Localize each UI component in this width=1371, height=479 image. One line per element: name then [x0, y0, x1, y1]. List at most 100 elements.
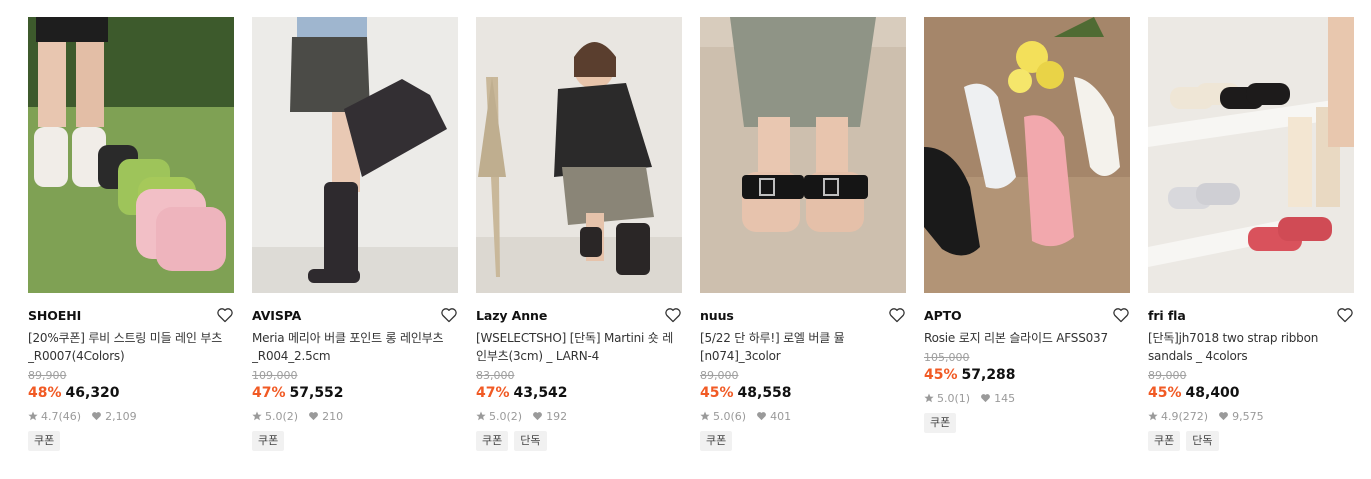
like-count: 401 — [770, 409, 792, 423]
sale-price: 57,552 — [289, 385, 344, 401]
tag-list: 쿠폰 — [252, 431, 458, 451]
brand-name[interactable]: SHOEHI — [28, 308, 81, 323]
heart-outline-icon[interactable] — [1112, 307, 1130, 323]
tag-list: 쿠폰 단독 — [1148, 431, 1354, 451]
original-price: 89,900 — [28, 369, 67, 382]
original-price: 83,000 — [476, 369, 515, 382]
product-image-rain-boots-grass — [28, 17, 234, 293]
original-price: 89,000 — [1148, 369, 1187, 382]
product-card[interactable]: SHOEHI [20%쿠폰] 루비 스트링 미들 레인 부츠_R0007(4Co… — [28, 17, 234, 451]
heart-filled-icon — [309, 412, 319, 421]
product-card[interactable]: AVISPA Meria 메리아 버클 포인트 롱 레인부츠_R004_2.5c… — [252, 17, 458, 451]
rating-value: 5.0 — [713, 409, 731, 423]
product-title[interactable]: Meria 메리아 버클 포인트 롱 레인부츠_R004_2.5cm — [252, 329, 458, 365]
tag-list: 쿠폰 — [924, 413, 1130, 433]
exclusive-tag: 단독 — [514, 431, 547, 451]
rating-likes: 5.0 (6) 401 — [700, 408, 906, 424]
review-count: (46) — [58, 409, 82, 423]
product-image[interactable] — [28, 17, 234, 293]
discount-rate: 45% — [924, 367, 958, 383]
exclusive-tag: 단독 — [1186, 431, 1219, 451]
product-card[interactable]: Lazy Anne [WSELECTSHO] [단독] Martini 숏 레인… — [476, 17, 682, 451]
brand-name[interactable]: fri fla — [1148, 308, 1186, 323]
star-icon — [1148, 411, 1158, 421]
product-image[interactable] — [476, 17, 682, 293]
discount-rate: 47% — [252, 385, 286, 401]
heart-outline-icon[interactable] — [216, 307, 234, 323]
price-row: 47% 57,552 — [252, 383, 458, 403]
likes: 9,575 — [1218, 410, 1264, 423]
product-card[interactable]: fri fla [단독]jh7018 two strap ribbon sand… — [1148, 17, 1354, 451]
likes: 401 — [756, 410, 791, 423]
product-image-buckle-mules — [700, 17, 906, 293]
original-price: 89,000 — [700, 369, 739, 382]
star-icon — [700, 411, 710, 421]
original-price: 109,000 — [252, 369, 298, 382]
review-count: (2) — [506, 409, 523, 423]
product-image[interactable] — [1148, 17, 1354, 293]
product-title[interactable]: [단독]jh7018 two strap ribbon sandals _ 4c… — [1148, 329, 1354, 365]
rating-value: 4.9 — [1161, 409, 1179, 423]
heart-filled-icon — [533, 412, 543, 421]
coupon-tag: 쿠폰 — [28, 431, 61, 451]
brand-name[interactable]: nuus — [700, 308, 734, 323]
product-image-ribbon-slides — [924, 17, 1130, 293]
like-count: 210 — [322, 409, 344, 423]
review-count: (6) — [730, 409, 747, 423]
price-row: 47% 43,542 — [476, 383, 682, 403]
likes: 192 — [532, 410, 567, 423]
product-image[interactable] — [700, 17, 906, 293]
product-title[interactable]: [20%쿠폰] 루비 스트링 미들 레인 부츠_R0007(4Colors) — [28, 329, 234, 365]
discount-rate: 48% — [28, 385, 62, 401]
star-icon — [924, 393, 934, 403]
rating-likes: 5.0 (2) 192 — [476, 408, 682, 424]
product-card[interactable]: nuus [5/22 단 하루!] 로엘 버클 뮬 [n074]_3color … — [700, 17, 906, 451]
rating-value: 5.0 — [489, 409, 507, 423]
like-count: 145 — [994, 391, 1016, 405]
rating-value: 5.0 — [265, 409, 283, 423]
sale-price: 57,288 — [961, 367, 1016, 383]
like-count: 9,575 — [1232, 409, 1264, 423]
price-row: 48% 46,320 — [28, 383, 234, 403]
tag-list: 쿠폰 — [28, 431, 234, 451]
sale-price: 46,320 — [65, 385, 120, 401]
price-row: 45% 48,558 — [700, 383, 906, 403]
product-title[interactable]: [WSELECTSHO] [단독] Martini 숏 레인부츠(3cm) _ … — [476, 329, 682, 365]
product-title[interactable]: Rosie 로지 리본 슬라이드 AFSS037 — [924, 329, 1130, 347]
product-image[interactable] — [252, 17, 458, 293]
review-count: (1) — [954, 391, 971, 405]
product-card[interactable]: APTO Rosie 로지 리본 슬라이드 AFSS037 105,000 45… — [924, 17, 1130, 451]
coupon-tag: 쿠폰 — [476, 431, 509, 451]
coupon-tag: 쿠폰 — [700, 431, 733, 451]
star-icon — [252, 411, 262, 421]
likes: 2,109 — [91, 410, 137, 423]
product-image-strap-sandals — [1148, 17, 1354, 293]
rating-value: 5.0 — [937, 391, 955, 405]
heart-filled-icon — [981, 394, 991, 403]
coupon-tag: 쿠폰 — [252, 431, 285, 451]
likes: 145 — [980, 392, 1015, 405]
rating-likes: 5.0 (1) 145 — [924, 390, 1130, 406]
discount-rate: 45% — [1148, 385, 1182, 401]
rating-likes: 5.0 (2) 210 — [252, 408, 458, 424]
product-title[interactable]: [5/22 단 하루!] 로엘 버클 뮬 [n074]_3color — [700, 329, 906, 365]
coupon-tag: 쿠폰 — [1148, 431, 1181, 451]
tag-list: 쿠폰 단독 — [476, 431, 682, 451]
heart-outline-icon[interactable] — [1336, 307, 1354, 323]
heart-outline-icon[interactable] — [440, 307, 458, 323]
heart-outline-icon[interactable] — [888, 307, 906, 323]
brand-name[interactable]: AVISPA — [252, 308, 301, 323]
heart-outline-icon[interactable] — [664, 307, 682, 323]
brand-name[interactable]: APTO — [924, 308, 962, 323]
like-count: 192 — [546, 409, 568, 423]
sale-price: 48,400 — [1185, 385, 1240, 401]
product-image[interactable] — [924, 17, 1130, 293]
price-row: 45% 48,400 — [1148, 383, 1354, 403]
sale-price: 43,542 — [513, 385, 568, 401]
heart-filled-icon — [757, 412, 767, 421]
rating-likes: 4.7 (46) 2,109 — [28, 408, 234, 424]
heart-filled-icon — [1219, 412, 1229, 421]
star-icon — [476, 411, 486, 421]
review-count: (2) — [282, 409, 299, 423]
brand-name[interactable]: Lazy Anne — [476, 308, 547, 323]
